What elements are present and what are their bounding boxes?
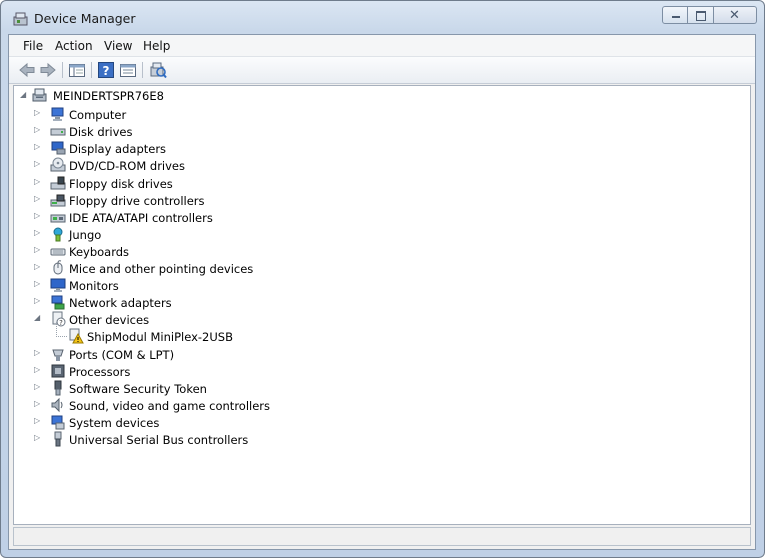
processor-icon xyxy=(51,364,65,378)
expand-arrow-icon[interactable]: ▷ xyxy=(34,279,42,289)
forward-icon[interactable] xyxy=(39,61,57,79)
tree-item[interactable]: Ports (COM & LPT) xyxy=(69,348,174,362)
tree-item[interactable]: Display adapters xyxy=(69,142,166,156)
display-adapter-icon xyxy=(51,141,66,155)
back-icon[interactable] xyxy=(18,61,36,79)
device-manager-icon xyxy=(13,12,28,26)
expand-arrow-icon[interactable]: ▷ xyxy=(34,159,42,169)
tree-item[interactable]: Monitors xyxy=(69,279,119,293)
maximize-button[interactable] xyxy=(688,6,714,24)
expand-arrow-icon[interactable]: ▷ xyxy=(34,125,42,135)
client-area: File Action View Help ? ◢ MEINDERTSPR76E… xyxy=(8,34,756,550)
usb-icon xyxy=(54,431,62,447)
expand-arrow-icon[interactable]: ▷ xyxy=(34,399,42,409)
menu-view[interactable]: View xyxy=(104,39,132,53)
dvd-drive-icon xyxy=(50,157,66,172)
tree-root-label[interactable]: MEINDERTSPR76E8 xyxy=(53,89,164,103)
collapse-arrow-icon[interactable]: ◢ xyxy=(20,90,28,100)
tree-item[interactable]: Computer xyxy=(69,108,126,122)
expand-arrow-icon[interactable]: ▷ xyxy=(34,433,42,443)
tree-item[interactable]: Software Security Token xyxy=(69,382,207,396)
sound-icon xyxy=(51,397,63,413)
minimize-icon xyxy=(672,16,680,18)
mouse-icon xyxy=(53,260,63,275)
port-icon xyxy=(52,349,64,361)
expand-arrow-icon[interactable]: ▷ xyxy=(34,365,42,375)
menu-action[interactable]: Action xyxy=(55,39,93,53)
title-bar[interactable]: Device Manager ✕ xyxy=(1,1,764,35)
menu-bar: File Action View Help xyxy=(9,35,755,57)
maximize-icon xyxy=(696,11,706,21)
close-button[interactable]: ✕ xyxy=(714,6,757,24)
security-token-icon xyxy=(54,380,62,396)
tree-connector-line xyxy=(56,322,67,338)
help-icon[interactable]: ? xyxy=(97,61,115,79)
expand-arrow-icon[interactable]: ▷ xyxy=(34,245,42,255)
monitor-icon xyxy=(50,278,66,293)
network-adapter-icon xyxy=(51,295,65,310)
warning-device-icon xyxy=(69,328,84,344)
tree-item[interactable]: Disk drives xyxy=(69,125,132,139)
minimize-button[interactable] xyxy=(662,6,688,24)
expand-arrow-icon[interactable]: ▷ xyxy=(34,211,42,221)
device-tree: ◢ MEINDERTSPR76E8 ▷ Computer ▷ Disk drives ▷… xyxy=(13,85,751,525)
disk-drive-icon xyxy=(50,128,66,136)
tree-item[interactable]: Processors xyxy=(69,365,130,379)
tree-item[interactable]: Floppy disk drives xyxy=(69,177,173,191)
expand-arrow-icon[interactable]: ▷ xyxy=(34,142,42,152)
caption-buttons: ✕ xyxy=(662,6,757,25)
floppy-disk-icon xyxy=(50,176,66,189)
tree-item[interactable]: System devices xyxy=(69,416,159,430)
expand-arrow-icon[interactable]: ▷ xyxy=(34,382,42,392)
tree-child-item[interactable]: ShipModul MiniPlex-2USB xyxy=(87,330,233,344)
tree-item[interactable]: Universal Serial Bus controllers xyxy=(69,433,248,447)
ide-controller-icon xyxy=(50,214,66,223)
keyboard-icon xyxy=(50,248,66,256)
tree-item[interactable]: Mice and other pointing devices xyxy=(69,262,253,276)
tree-item[interactable]: IDE ATA/ATAPI controllers xyxy=(69,211,213,225)
tree-item[interactable]: DVD/CD-ROM drives xyxy=(69,159,185,173)
computer-root-icon xyxy=(32,88,47,102)
scan-hardware-icon[interactable] xyxy=(149,61,167,79)
expand-arrow-icon[interactable]: ▷ xyxy=(34,262,42,272)
expand-arrow-icon[interactable]: ▷ xyxy=(34,228,42,238)
jungo-icon xyxy=(53,227,63,242)
close-icon: ✕ xyxy=(729,8,740,23)
tree-item[interactable]: Jungo xyxy=(69,228,101,242)
tree-item[interactable]: Sound, video and game controllers xyxy=(69,399,270,413)
show-hide-tree-icon[interactable] xyxy=(68,61,86,79)
expand-arrow-icon[interactable]: ▷ xyxy=(34,108,42,118)
toolbar: ? xyxy=(9,57,755,84)
floppy-controller-icon xyxy=(50,194,66,207)
svg-text:?: ? xyxy=(103,64,110,78)
toolbar-separator xyxy=(142,62,143,78)
expand-arrow-icon[interactable]: ▷ xyxy=(34,296,42,306)
toolbar-separator xyxy=(91,62,92,78)
window-title: Device Manager xyxy=(34,11,136,26)
tree-item[interactable]: Floppy drive controllers xyxy=(69,194,205,208)
collapse-arrow-icon[interactable]: ◢ xyxy=(34,313,42,323)
expand-arrow-icon[interactable]: ▷ xyxy=(34,416,42,426)
menu-help[interactable]: Help xyxy=(143,39,170,53)
tree-item[interactable]: Other devices xyxy=(69,313,149,327)
device-manager-window: Device Manager ✕ File Action View Help ?… xyxy=(0,0,765,558)
status-bar xyxy=(13,527,751,546)
tree-item[interactable]: Network adapters xyxy=(69,296,172,310)
menu-file[interactable]: File xyxy=(23,39,43,53)
toolbar-separator xyxy=(62,62,63,78)
expand-arrow-icon[interactable]: ▷ xyxy=(34,194,42,204)
properties-icon[interactable] xyxy=(119,61,137,79)
tree-item[interactable]: Keyboards xyxy=(69,245,129,259)
computer-icon xyxy=(51,107,64,122)
system-devices-icon xyxy=(51,415,65,430)
expand-arrow-icon[interactable]: ▷ xyxy=(34,177,42,187)
expand-arrow-icon[interactable]: ▷ xyxy=(34,348,42,358)
